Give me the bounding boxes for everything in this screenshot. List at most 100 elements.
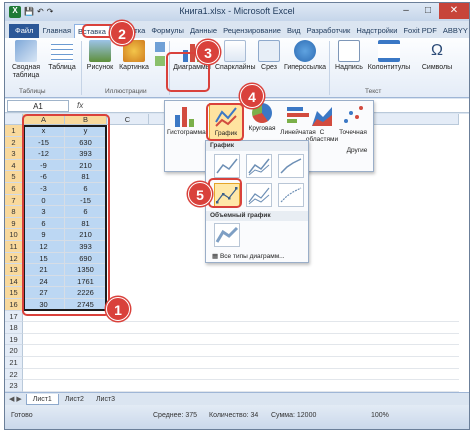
highlight-line-item — [206, 103, 244, 141]
sheet-tab-1[interactable]: Лист1 — [25, 393, 59, 405]
hyperlink-label: Гиперссылка — [283, 64, 327, 71]
step-badge-3: 3 — [196, 40, 220, 64]
pivot-label: Сводная таблица — [11, 64, 41, 79]
name-box[interactable]: A1 — [7, 99, 69, 112]
row-header[interactable]: 18 — [5, 322, 23, 334]
header-footer-icon — [378, 40, 400, 62]
tab-home[interactable]: Главная — [39, 24, 74, 38]
shapes-icon — [155, 42, 165, 52]
row-header[interactable]: 23 — [5, 380, 23, 392]
picture-button[interactable]: Рисунок — [85, 40, 115, 72]
chart-pie-label: Круговая — [248, 125, 276, 132]
row-header[interactable]: 22 — [5, 368, 23, 381]
scatter-chart-icon — [342, 103, 364, 127]
picture-icon — [89, 40, 111, 62]
chart-scatter-label: Точечная — [339, 129, 367, 136]
tab-formulas[interactable]: Формулы — [148, 24, 187, 38]
sheet-tab-2[interactable]: Лист2 — [59, 394, 90, 405]
line-subtype-3[interactable] — [278, 154, 304, 178]
tab-view[interactable]: Вид — [284, 24, 304, 38]
title-bar: X 💾 ↶ ↷ Книга1.xlsx - Microsoft Excel – … — [5, 3, 469, 21]
chart-column-item[interactable]: Гистограмма — [167, 103, 206, 136]
step-badge-5: 5 — [188, 182, 212, 206]
group-text-label: Текст — [365, 88, 382, 95]
step-badge-2: 2 — [110, 21, 134, 45]
sheet-nav-icon[interactable]: ◀ ▶ — [5, 395, 26, 403]
chart-scatter-item[interactable]: Точечная — [337, 103, 369, 136]
row-header[interactable]: 21 — [5, 357, 23, 369]
omega-icon: Ω — [431, 42, 443, 59]
tab-file[interactable]: Файл — [9, 24, 40, 38]
tab-addins[interactable]: Надстройки — [353, 24, 400, 38]
close-icon[interactable]: ✕ — [439, 3, 469, 19]
highlight-data-range — [22, 114, 110, 316]
sparklines-icon — [224, 40, 246, 62]
row-header[interactable]: 12 — [5, 252, 23, 265]
chart-icon: ▦ — [212, 253, 219, 260]
row-header[interactable]: 8 — [5, 206, 23, 218]
symbols-button[interactable]: Ω Символы — [419, 40, 455, 72]
tab-abbyy[interactable]: ABBYY PDF — [440, 24, 469, 38]
row-header[interactable]: 9 — [5, 217, 23, 230]
hyperlink-button[interactable]: Гиперссылка — [283, 40, 327, 72]
header-footer-button[interactable]: Колонтитулы — [367, 40, 411, 72]
line-subtype-6[interactable] — [278, 183, 304, 207]
zoom-level[interactable]: 100% — [371, 412, 389, 419]
pivot-table-button[interactable]: Сводная таблица — [9, 40, 43, 80]
sparklines-label: Спарклайны — [215, 64, 256, 71]
clipart-label: Картинка — [119, 64, 149, 71]
step-badge-4: 4 — [240, 84, 264, 108]
table-button[interactable]: Таблица — [47, 40, 77, 72]
textbox-button[interactable]: Надпись — [333, 40, 365, 72]
row-header[interactable]: 2 — [5, 136, 23, 149]
line-subtype-2[interactable] — [246, 154, 272, 178]
row-header[interactable]: 13 — [5, 264, 23, 276]
minimize-icon[interactable]: – — [395, 3, 417, 19]
fx-icon[interactable]: fx — [77, 101, 83, 110]
row-header[interactable]: 16 — [5, 299, 23, 311]
table-label: Таблица — [48, 64, 76, 71]
tab-developer[interactable]: Разработчик — [304, 24, 354, 38]
line-3d-subtype[interactable] — [214, 223, 240, 247]
row-header[interactable]: 20 — [5, 345, 23, 357]
status-bar: Готово Среднее: 375 Количество: 34 Сумма… — [5, 405, 469, 429]
row-header[interactable]: 10 — [5, 229, 23, 241]
maximize-icon[interactable]: □ — [417, 3, 439, 19]
row-header[interactable]: 5 — [5, 171, 23, 183]
row-header[interactable]: 11 — [5, 241, 23, 253]
chart-other-item[interactable]: Другие — [341, 147, 373, 154]
chart-column-label: Гистограмма — [167, 129, 206, 136]
hyperlink-icon — [294, 40, 316, 62]
section-3d-label: Объемный график — [206, 211, 308, 221]
sheet-tab-3[interactable]: Лист3 — [90, 394, 121, 405]
row-header[interactable]: 17 — [5, 310, 23, 323]
tab-foxit[interactable]: Foxit PDF — [400, 24, 439, 38]
row-header[interactable]: 1 — [5, 125, 23, 137]
headerfooter-label: Колонтитулы — [367, 64, 411, 71]
tab-data[interactable]: Данные — [187, 24, 220, 38]
row-header[interactable]: 14 — [5, 275, 23, 288]
column-header-c[interactable]: C — [107, 114, 149, 125]
sparklines-button[interactable]: Спарклайны — [215, 40, 256, 72]
status-count: Количество: 34 — [209, 412, 259, 419]
grid-line — [23, 356, 459, 357]
row-header[interactable]: 15 — [5, 287, 23, 299]
grid-line — [23, 321, 459, 323]
row-header[interactable]: 4 — [5, 159, 23, 172]
row-header[interactable]: 6 — [5, 183, 23, 195]
group-illustrations-label: Иллюстрации — [105, 88, 147, 95]
line-subtype-1[interactable] — [214, 154, 240, 178]
table-icon — [51, 40, 73, 62]
section-line-label: График — [206, 141, 308, 151]
row-header[interactable]: 7 — [5, 194, 23, 207]
row-header[interactable]: 3 — [5, 148, 23, 160]
grid-line — [23, 379, 459, 381]
grid-line — [23, 332, 459, 334]
tab-review[interactable]: Рецензирование — [220, 24, 284, 38]
select-all-corner[interactable] — [5, 114, 23, 125]
row-header[interactable]: 19 — [5, 333, 23, 346]
line-subtype-5[interactable] — [246, 183, 272, 207]
slicer-button[interactable]: Срез — [257, 40, 281, 72]
chart-area-item[interactable]: С областями — [305, 103, 339, 143]
all-chart-types-link[interactable]: ▦ Все типы диаграмм... — [212, 252, 285, 260]
